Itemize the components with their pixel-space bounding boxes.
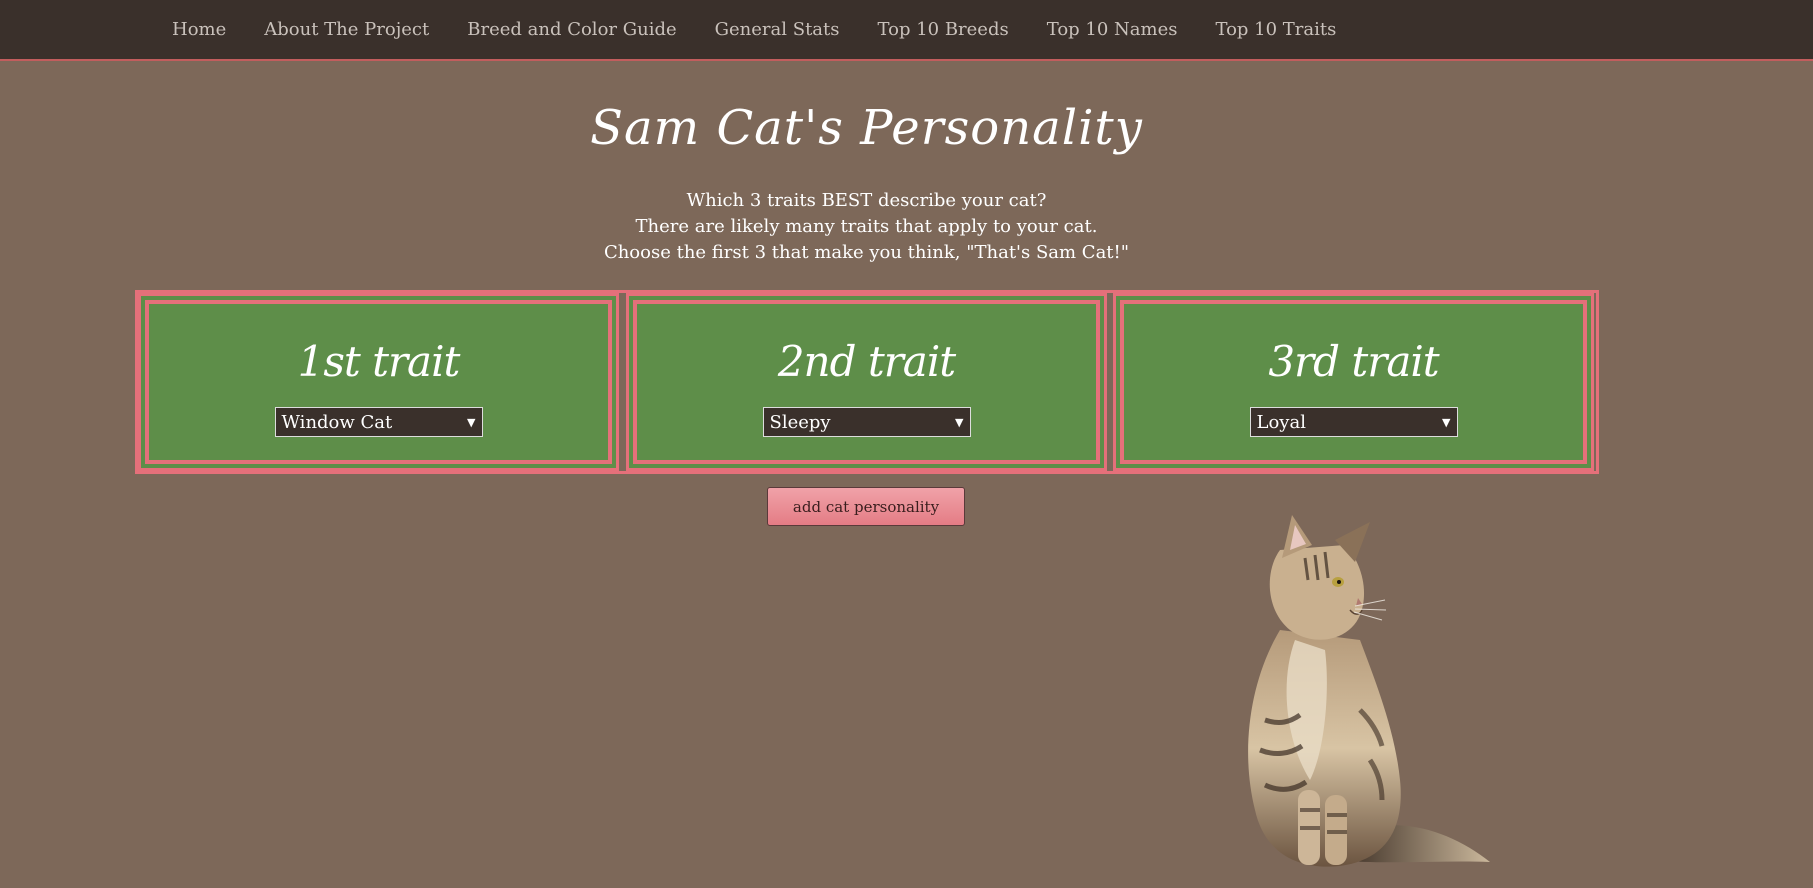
trait-1-select[interactable]: Window Cat ▼: [274, 407, 483, 437]
nav-item-about-the-project[interactable]: About The Project: [264, 19, 429, 40]
cat-image: [1248, 515, 1490, 867]
select-value: Sleepy: [769, 411, 831, 433]
chevron-down-icon: ▼: [1442, 415, 1451, 429]
intro-line: Choose the first 3 that make you think, …: [603, 242, 1130, 263]
intro-line: Which 3 traits BEST describe your cat?: [686, 190, 1047, 211]
trait-heading: 2nd trait: [777, 337, 956, 386]
top-navbar: Home About The Project Breed and Color G…: [0, 0, 1813, 61]
trait-panel-3: 3rd trait Loyal ▼: [1116, 296, 1591, 468]
nav-item-top-10-names[interactable]: Top 10 Names: [1047, 19, 1178, 40]
nav-item-home[interactable]: Home: [172, 19, 226, 40]
intro-line: There are likely many traits that apply …: [635, 216, 1098, 237]
nav-item-top-10-breeds[interactable]: Top 10 Breeds: [878, 19, 1009, 40]
nav-item-general-stats[interactable]: General Stats: [715, 19, 840, 40]
select-value: Window Cat: [281, 411, 393, 433]
nav-item-top-10-traits[interactable]: Top 10 Traits: [1215, 19, 1336, 40]
nav-list: Home About The Project Breed and Color G…: [172, 0, 1374, 59]
trait-heading: 3rd trait: [1268, 337, 1439, 386]
chevron-down-icon: ▼: [467, 415, 476, 429]
page-title: Sam Cat's Personality: [590, 100, 1143, 156]
chevron-down-icon: ▼: [955, 415, 964, 429]
nav-item-breed-and-color-guide[interactable]: Breed and Color Guide: [467, 19, 676, 40]
add-cat-personality-button[interactable]: add cat personality: [767, 487, 965, 526]
trait-panel-1: 1st trait Window Cat ▼: [141, 296, 616, 468]
trait-3-select[interactable]: Loyal ▼: [1249, 407, 1458, 437]
trait-panel-2: 2nd trait Sleepy ▼: [629, 296, 1104, 468]
trait-heading: 1st trait: [297, 337, 461, 386]
select-value: Loyal: [1256, 411, 1306, 433]
trait-2-select[interactable]: Sleepy ▼: [762, 407, 971, 437]
intro-text: Which 3 traits BEST describe your cat? T…: [0, 188, 1733, 266]
